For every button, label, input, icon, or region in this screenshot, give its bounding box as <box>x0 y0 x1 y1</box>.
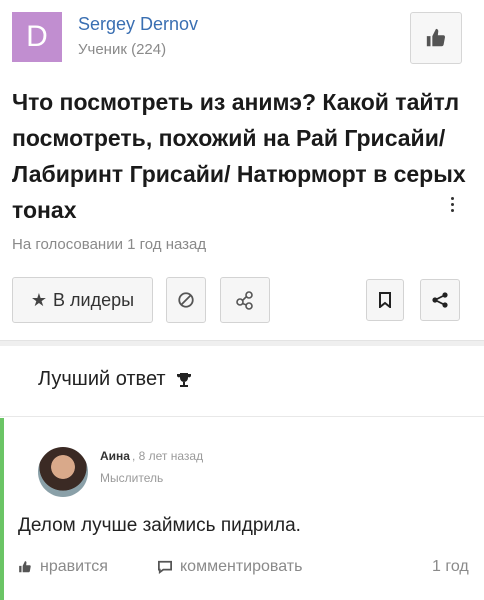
section-divider <box>0 340 484 346</box>
report-button[interactable] <box>166 277 206 323</box>
comment-button[interactable]: комментировать <box>158 558 302 576</box>
trophy-icon <box>176 372 191 387</box>
answer-text: Делом лучше займись пидрила. <box>18 515 301 536</box>
best-answer-accent <box>0 418 4 600</box>
author-rank: Ученик (224) <box>78 41 167 58</box>
thumbs-up-icon <box>19 561 31 573</box>
like-answer-button[interactable]: нравится <box>18 558 108 576</box>
share-icon <box>432 292 448 308</box>
comment-label: комментировать <box>180 558 303 575</box>
share-button[interactable] <box>220 277 270 323</box>
comment-icon <box>158 560 172 574</box>
ban-icon <box>178 292 194 308</box>
bookmark-button[interactable] <box>366 279 404 321</box>
question-meta: На голосовании 1 год назад <box>12 236 207 253</box>
answer-time: , 8 лет назад <box>131 449 204 463</box>
best-answer-label: Лучший ответ <box>38 368 166 390</box>
answer-author: Аина, 8 лет назад <box>100 449 203 463</box>
best-answer-heading: Лучший ответ <box>38 368 192 391</box>
thumbs-up-icon <box>426 28 446 47</box>
like-label: нравится <box>40 558 108 575</box>
share-menu-button[interactable] <box>420 279 460 321</box>
star-icon: ★ <box>30 289 48 310</box>
answer-author-avatar[interactable] <box>38 447 88 497</box>
avatar-letter: D <box>26 20 48 53</box>
add-to-leaders-button[interactable]: ★ В лидеры <box>12 277 153 323</box>
answer-author-name[interactable]: Аина <box>100 449 130 463</box>
answer-author-rank: Мыслитель <box>100 471 164 485</box>
more-icon[interactable] <box>447 197 457 221</box>
question-title: Что посмотреть из анимэ? Какой тайтл пос… <box>12 89 466 223</box>
leaders-label: В лидеры <box>53 289 135 310</box>
share-icon <box>236 291 253 310</box>
answer-divider <box>0 416 484 417</box>
answer-age: 1 год <box>432 558 469 575</box>
author-name-link[interactable]: Sergey Dernov <box>78 14 198 35</box>
bookmark-icon <box>379 292 391 308</box>
like-question-button[interactable] <box>410 12 462 64</box>
author-avatar[interactable]: D <box>12 12 62 62</box>
